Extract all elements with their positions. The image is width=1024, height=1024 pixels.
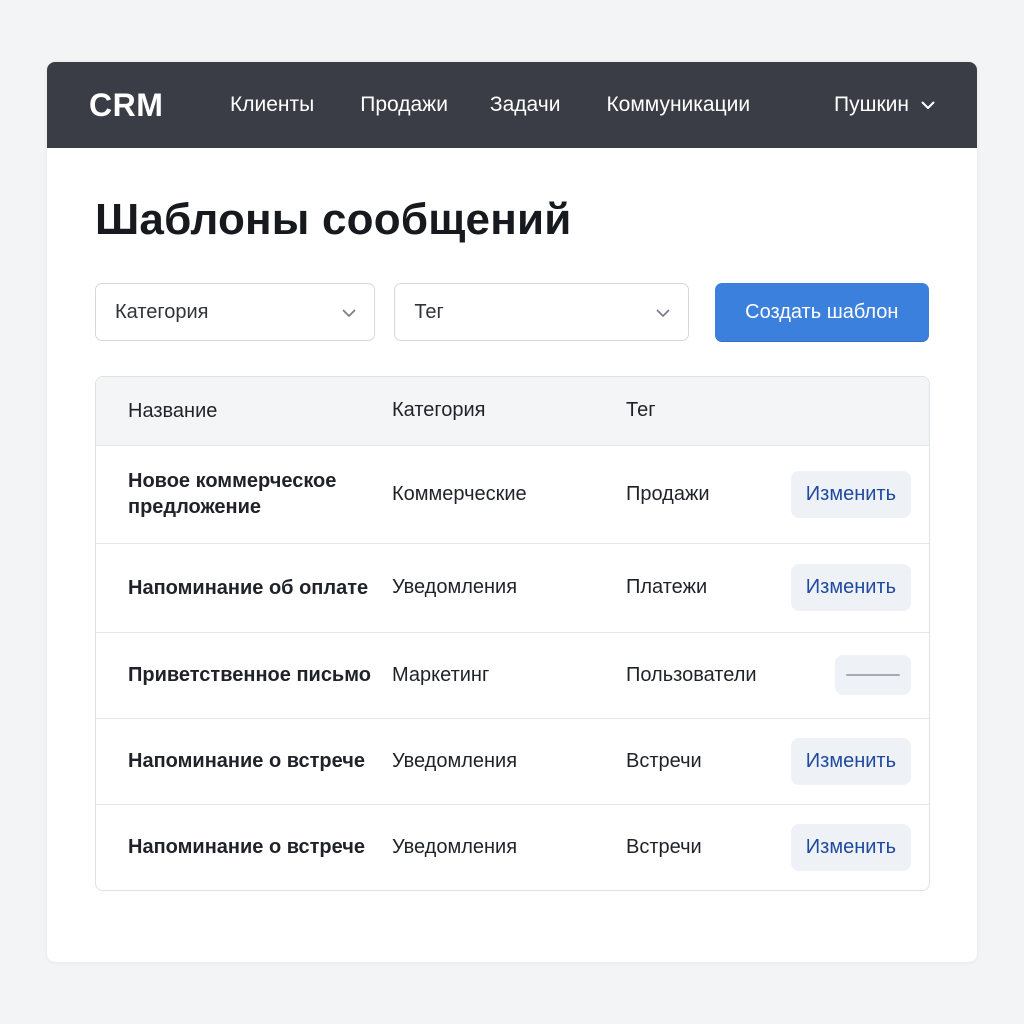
template-tag: Пользователи <box>626 663 757 686</box>
template-category: Уведомления <box>392 576 518 599</box>
create-template-button[interactable]: Создать шаблон <box>714 282 929 342</box>
app-window: CRM Клиенты Продажи Задачи Коммуникации … <box>47 62 977 962</box>
chevron-down-icon <box>342 301 356 324</box>
template-category: Коммерческие <box>392 482 527 505</box>
template-name: Новое коммерческое предложение <box>128 470 337 519</box>
template-category: Маркетинг <box>392 663 490 686</box>
table-row[interactable]: Напоминание о встрече Уведомления Встреч… <box>96 717 929 804</box>
category-select[interactable]: Категория <box>95 283 376 342</box>
template-tag: Встречи <box>626 835 702 858</box>
template-tag: Встречи <box>626 749 702 772</box>
column-header-name[interactable]: Название <box>96 398 392 424</box>
user-menu[interactable]: Пушкин <box>834 93 935 117</box>
nav-link-sales[interactable]: Продажи <box>360 93 448 117</box>
main-content: Шаблоны сообщений Категория Тег Создать … <box>47 148 977 891</box>
page-title: Шаблоны сообщений <box>95 195 572 244</box>
row-actions: Изменить <box>756 470 929 518</box>
template-tag: Платежи <box>626 576 708 599</box>
table-row[interactable]: Напоминание о встрече Уведомления Встреч… <box>96 803 929 890</box>
filter-bar: Категория Тег Создать шаблон <box>95 282 929 342</box>
column-header-tag[interactable]: Тег <box>626 399 756 422</box>
table-row[interactable]: Новое коммерческое предложение Коммерчес… <box>96 444 929 543</box>
chevron-down-icon <box>656 301 670 324</box>
row-actions: Изменить <box>756 823 929 871</box>
row-actions: Изменить <box>756 737 929 785</box>
edit-button[interactable]: Изменить <box>790 470 911 518</box>
edit-button[interactable]: Изменить <box>790 823 911 871</box>
template-name: Напоминание о встрече <box>128 750 366 773</box>
nav-link-clients[interactable]: Клиенты <box>230 93 314 117</box>
app-logo[interactable]: CRM <box>89 87 230 124</box>
nav-link-communications[interactable]: Коммуникации <box>606 93 750 117</box>
template-name: Напоминание об оплате <box>128 576 369 599</box>
table-row[interactable]: Напоминание об оплате Уведомления Платеж… <box>96 542 929 632</box>
row-actions: Изменить <box>756 564 929 612</box>
tag-select[interactable]: Тег <box>394 283 689 342</box>
edit-button-placeholder[interactable] <box>835 655 911 696</box>
nav-link-tasks[interactable]: Задачи <box>490 93 561 117</box>
template-tag: Продажи <box>626 482 710 505</box>
tag-select-label: Тег <box>414 300 444 323</box>
edit-button[interactable]: Изменить <box>790 564 911 612</box>
row-actions <box>756 655 929 696</box>
user-name: Пушкин <box>834 93 909 116</box>
template-category: Уведомления <box>392 749 518 772</box>
table-header: Название Категория Тег <box>96 376 929 445</box>
template-category: Уведомления <box>392 835 518 858</box>
templates-table: Название Категория Тег Новое коммерческо… <box>95 375 930 891</box>
template-name: Приветственное письмо <box>128 664 371 687</box>
template-name: Напоминание о встрече <box>128 836 366 859</box>
category-select-label: Категория <box>115 300 209 323</box>
column-header-category[interactable]: Категория <box>392 399 626 422</box>
top-navbar: CRM Клиенты Продажи Задачи Коммуникации … <box>47 62 977 148</box>
table-row[interactable]: Приветственное письмо Маркетинг Пользова… <box>96 631 929 718</box>
edit-button[interactable]: Изменить <box>790 737 911 785</box>
chevron-down-icon <box>921 101 935 110</box>
dash-icon <box>846 674 900 677</box>
